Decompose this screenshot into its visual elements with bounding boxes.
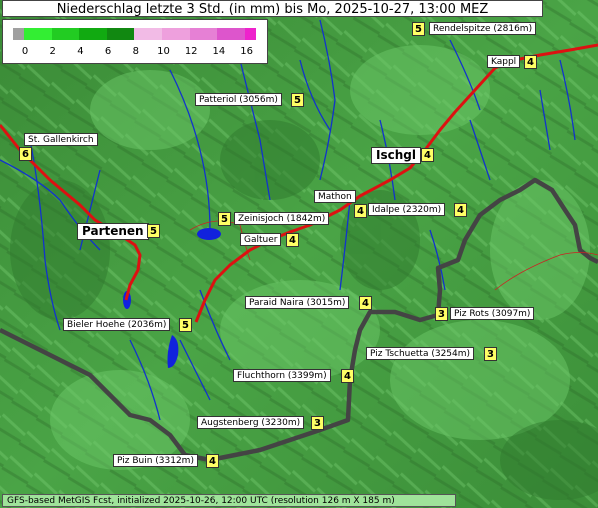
- model-info-footer: GFS-based MetGIS Fcst, initialized 2025-…: [2, 494, 456, 507]
- precip-value-galtuer: 4: [286, 233, 299, 247]
- place-label-piz-rots: Piz Rots (3097m): [450, 307, 535, 320]
- precip-value-kappl: 4: [524, 55, 537, 69]
- precip-value-rendelspitze: 5: [412, 22, 425, 36]
- legend-swatch: [189, 28, 218, 40]
- legend-tick-label: 14: [212, 46, 226, 57]
- legend-tick-label: 10: [157, 46, 170, 57]
- precip-value-patteriol: 5: [291, 93, 304, 107]
- place-label-mathon: Mathon: [314, 190, 356, 203]
- legend-tick-label: 6: [104, 46, 112, 57]
- legend-tick-label: 12: [184, 46, 198, 57]
- legend-swatch: [51, 28, 80, 40]
- place-label-ischgl: Ischgl: [371, 147, 421, 164]
- legend-swatch: [13, 28, 25, 40]
- place-label-idalpe: Idalpe (2320m): [368, 203, 446, 216]
- precip-value-paraid-naira: 4: [359, 296, 372, 310]
- precip-value-ischgl: 4: [421, 148, 434, 162]
- legend-tick-label: 2: [49, 46, 56, 57]
- legend-tick-label: 0: [21, 46, 29, 57]
- precip-value-zeinisjoch: 5: [218, 212, 231, 226]
- place-label-piz-tschuetta: Piz Tschuetta (3254m): [366, 347, 475, 360]
- terrain-map: [0, 0, 598, 508]
- place-label-piz-buin: Piz Buin (3312m): [113, 454, 198, 467]
- map-title: Niederschlag letzte 3 Std. (in mm) bis M…: [2, 0, 543, 17]
- precip-value-piz-tschuetta: 3: [484, 347, 497, 361]
- place-label-kappl: Kappl: [487, 55, 521, 68]
- legend-swatch: [106, 28, 135, 40]
- legend-tick-label: 8: [132, 46, 139, 57]
- legend-color-bar: [13, 28, 256, 40]
- precip-value-fluchthorn: 4: [341, 369, 354, 383]
- place-label-rendelspitze: Rendelspitze (2816m): [429, 22, 537, 35]
- zeinis-lake: [197, 228, 221, 240]
- place-label-fluchthorn: Fluchthorn (3399m): [233, 369, 331, 382]
- place-label-st-gallenkirch: St. Gallenkirch: [24, 133, 98, 146]
- precip-value-st-gallenkirch: 6: [19, 147, 32, 161]
- precip-value-mathon: 4: [354, 204, 367, 218]
- precip-value-augstenberg: 3: [311, 416, 324, 430]
- legend-swatch: [162, 28, 190, 40]
- legend-tick-label: 4: [77, 46, 84, 57]
- place-label-patteriol: Patteriol (3056m): [195, 93, 282, 106]
- legend-swatch: [24, 28, 52, 40]
- precip-value-piz-rots: 3: [435, 307, 448, 321]
- place-label-zeinisjoch: Zeinisjoch (1842m): [234, 212, 330, 225]
- legend-swatch: [79, 28, 107, 40]
- precip-value-idalpe: 4: [454, 203, 467, 217]
- place-label-partenen: Partenen: [77, 223, 149, 240]
- legend-swatch: [217, 28, 245, 40]
- place-label-bieler-hoehe: Bieler Hoehe (2036m): [63, 318, 171, 331]
- place-label-galtuer: Galtuer: [240, 233, 282, 246]
- legend-swatch: [134, 28, 163, 40]
- precip-value-bieler-hoehe: 5: [179, 318, 192, 332]
- precipitation-legend: 0 2 4 6 8 10 12 14 16: [2, 19, 268, 64]
- place-label-paraid-naira: Paraid Naira (3015m): [245, 296, 350, 309]
- precip-value-piz-buin: 4: [206, 454, 219, 468]
- legend-tick-label: 16: [240, 46, 253, 57]
- precip-value-partenen: 5: [147, 224, 160, 238]
- place-label-augstenberg: Augstenberg (3230m): [197, 416, 305, 429]
- legend-swatch: [244, 28, 256, 40]
